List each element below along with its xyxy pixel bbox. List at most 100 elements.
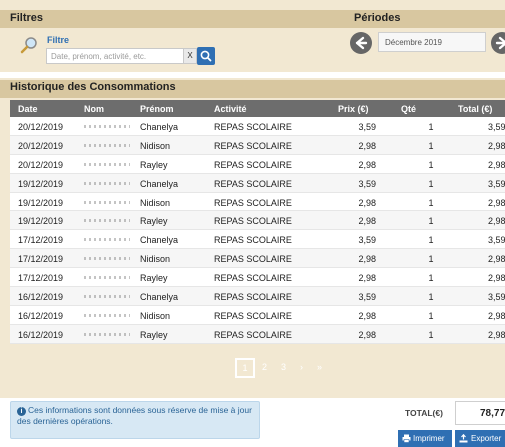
printer-icon bbox=[402, 434, 411, 443]
info-notice: i Ces informations sont données sous rése… bbox=[10, 401, 260, 439]
table-row: 20/12/2019 Chanelya REPAS SCOLAIRE 3,59 … bbox=[10, 117, 505, 136]
cell-activite: REPAS SCOLAIRE bbox=[214, 122, 292, 132]
table-row: 17/12/2019 Rayley REPAS SCOLAIRE 2,98 1 … bbox=[10, 268, 505, 288]
cell-total: 2,98 bbox=[488, 273, 505, 284]
cell-activite: REPAS SCOLAIRE bbox=[214, 178, 292, 189]
cell-activite: REPAS SCOLAIRE bbox=[214, 273, 292, 284]
column-header-prenom[interactable]: Prénom bbox=[140, 104, 174, 114]
table-row: 19/12/2019 Rayley REPAS SCOLAIRE 2,98 1 … bbox=[10, 211, 505, 231]
print-button[interactable]: Imprimer bbox=[398, 430, 452, 447]
filters-header-bar bbox=[0, 10, 505, 28]
cell-prix: 3,59 bbox=[358, 178, 376, 189]
info-text: Ces informations sont données sous réser… bbox=[17, 405, 252, 426]
page-last-link[interactable]: » bbox=[317, 362, 322, 372]
cell-prix: 3,59 bbox=[358, 235, 376, 246]
cell-total: 2,98 bbox=[488, 310, 505, 321]
cell-date: 19/12/2019 bbox=[18, 216, 64, 227]
cell-activite: REPAS SCOLAIRE bbox=[214, 310, 292, 321]
clear-filter-button[interactable]: X bbox=[183, 48, 197, 64]
cell-prenom: Nidison bbox=[140, 197, 171, 208]
page-link-3[interactable]: 3 bbox=[281, 362, 286, 372]
cell-total: 2,98 bbox=[488, 329, 505, 340]
print-label: Imprimer bbox=[413, 434, 445, 443]
cell-nom-redacted bbox=[84, 313, 130, 317]
cell-date: 16/12/2019 bbox=[18, 329, 64, 340]
cell-nom-redacted bbox=[84, 125, 130, 128]
search-input[interactable] bbox=[46, 48, 184, 64]
previous-period-button[interactable] bbox=[350, 32, 372, 54]
cell-qte: 1 bbox=[428, 159, 434, 170]
cell-qte: 1 bbox=[428, 329, 434, 340]
table-row: 19/12/2019 Chanelya REPAS SCOLAIRE 3,59 … bbox=[10, 173, 505, 193]
total-label: TOTAL(€) bbox=[405, 408, 443, 418]
table-row: 16/12/2019 Chanelya REPAS SCOLAIRE 3,59 … bbox=[10, 287, 505, 306]
cell-qte: 1 bbox=[428, 254, 434, 265]
cell-total: 3,59 bbox=[488, 292, 505, 303]
cell-prenom: Rayley bbox=[140, 273, 168, 284]
export-button[interactable]: Exporter bbox=[455, 430, 505, 447]
cell-prenom: Rayley bbox=[140, 216, 168, 227]
column-header-total[interactable]: Total (€) bbox=[458, 104, 492, 114]
cell-prix: 2,98 bbox=[358, 197, 376, 208]
cell-prenom: Rayley bbox=[140, 159, 168, 170]
cell-nom-redacted bbox=[84, 181, 130, 185]
cell-total: 2,98 bbox=[488, 216, 505, 227]
periods-title: Périodes bbox=[354, 12, 401, 24]
cell-date: 17/12/2019 bbox=[18, 273, 64, 284]
cell-prenom: Chanelya bbox=[140, 178, 179, 189]
cell-total: 3,59 bbox=[488, 178, 505, 189]
cell-prix: 2,98 bbox=[358, 216, 376, 227]
cell-date: 20/12/2019 bbox=[18, 140, 64, 151]
export-label: Exporter bbox=[471, 434, 502, 443]
history-title: Historique des Consommations bbox=[10, 81, 176, 93]
search-button[interactable] bbox=[197, 47, 215, 65]
cell-prix: 2,98 bbox=[358, 310, 376, 321]
page-link-2[interactable]: 2 bbox=[262, 362, 267, 372]
cell-total: 2,98 bbox=[488, 140, 505, 151]
table-row: 16/12/2019 Nidison REPAS SCOLAIRE 2,98 1… bbox=[10, 305, 505, 325]
cell-qte: 1 bbox=[428, 310, 434, 321]
cell-prix: 2,98 bbox=[358, 329, 376, 340]
cell-date: 17/12/2019 bbox=[18, 235, 64, 246]
search-magnifier-icon bbox=[20, 37, 37, 54]
cell-date: 16/12/2019 bbox=[18, 292, 64, 303]
cell-qte: 1 bbox=[428, 273, 434, 284]
info-icon: i bbox=[17, 407, 26, 416]
cell-nom-redacted bbox=[84, 238, 130, 242]
cell-prix: 2,98 bbox=[358, 273, 376, 284]
cell-total: 3,59 bbox=[488, 235, 505, 246]
filters-title: Filtres bbox=[10, 12, 44, 24]
cell-prenom: Chanelya bbox=[140, 235, 179, 246]
column-header-qte[interactable]: Qté bbox=[401, 104, 416, 114]
cell-total: 3,59 bbox=[488, 122, 505, 132]
cell-prenom: Nidison bbox=[140, 254, 171, 265]
next-period-button[interactable] bbox=[491, 32, 505, 54]
cell-activite: REPAS SCOLAIRE bbox=[214, 216, 292, 227]
cell-nom-redacted bbox=[84, 143, 130, 147]
cell-nom-redacted bbox=[84, 200, 130, 204]
cell-qte: 1 bbox=[428, 140, 434, 151]
column-header-date[interactable]: Date bbox=[18, 104, 38, 114]
page-next-link[interactable]: › bbox=[300, 362, 303, 372]
cell-qte: 1 bbox=[428, 292, 434, 303]
period-display[interactable]: Décembre 2019 bbox=[378, 32, 486, 52]
history-table-body: 20/12/2019 Chanelya REPAS SCOLAIRE 3,59 … bbox=[10, 117, 505, 344]
cell-activite: REPAS SCOLAIRE bbox=[214, 254, 292, 265]
table-row: 20/12/2019 Rayley REPAS SCOLAIRE 2,98 1 … bbox=[10, 154, 505, 174]
cell-date: 20/12/2019 bbox=[18, 159, 64, 170]
column-header-prix[interactable]: Prix (€) bbox=[338, 104, 369, 114]
cell-prix: 3,59 bbox=[358, 122, 376, 132]
cell-qte: 1 bbox=[428, 197, 434, 208]
cell-activite: REPAS SCOLAIRE bbox=[214, 292, 292, 303]
cell-prenom: Chanelya bbox=[140, 122, 179, 132]
cell-nom-redacted bbox=[84, 257, 130, 261]
column-header-nom[interactable]: Nom bbox=[84, 104, 104, 114]
cell-activite: REPAS SCOLAIRE bbox=[214, 329, 292, 340]
cell-prix: 2,98 bbox=[358, 140, 376, 151]
cell-activite: REPAS SCOLAIRE bbox=[214, 140, 292, 151]
filter-label: Filtre bbox=[47, 35, 70, 45]
cell-nom-redacted bbox=[84, 332, 130, 336]
column-header-activite[interactable]: Activité bbox=[214, 104, 247, 114]
page-current[interactable]: 1 bbox=[235, 358, 255, 378]
cell-date: 17/12/2019 bbox=[18, 254, 64, 265]
